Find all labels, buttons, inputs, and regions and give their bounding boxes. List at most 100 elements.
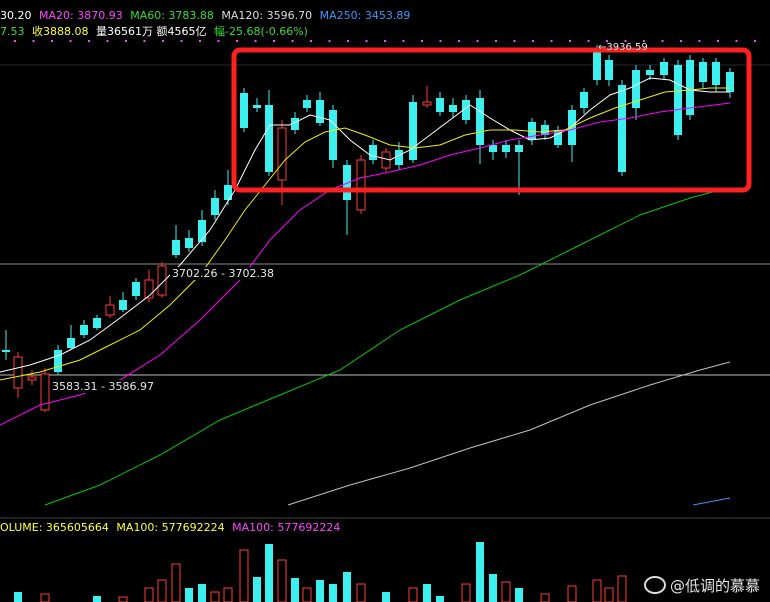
- candle-body: [726, 72, 734, 92]
- signal-dot: [254, 40, 257, 42]
- volume-bar: [343, 572, 351, 602]
- volume-bar: [382, 592, 390, 602]
- open-fragment: 7.53: [0, 25, 25, 38]
- volume-bar: [461, 583, 471, 602]
- signal-dot: [532, 40, 534, 42]
- candle-body: [660, 62, 668, 75]
- signal-dot: [698, 40, 701, 42]
- signal-dot: [569, 40, 571, 42]
- watermark: @低调的慕慕: [643, 575, 760, 596]
- signal-dot: [236, 40, 238, 42]
- signal-dot: [217, 40, 220, 42]
- signal-dot: [458, 40, 460, 42]
- candle-body: [476, 98, 484, 145]
- candle-body: [172, 240, 180, 255]
- candle-body: [395, 150, 403, 165]
- candle-body: [369, 145, 377, 160]
- signal-dot: [421, 40, 423, 42]
- candle-body: [240, 93, 248, 128]
- volume-bar: [144, 587, 154, 602]
- volume-bar: [567, 585, 577, 602]
- close-value: 收3888.08: [32, 25, 89, 38]
- signal-dot: [550, 40, 553, 42]
- candle-body: [712, 62, 720, 85]
- candle-body: [605, 60, 613, 80]
- candle-body: [646, 70, 654, 75]
- volume-bar: [356, 583, 366, 602]
- volume-bar: [291, 578, 299, 602]
- candle-body: [2, 350, 10, 352]
- volume-bar: [540, 593, 550, 602]
- volume-bar: [316, 580, 324, 602]
- candle-body: [253, 105, 261, 108]
- volume-bar: [118, 596, 128, 602]
- candle-body: [502, 145, 510, 152]
- candle-body: [185, 238, 193, 248]
- signal-dot: [661, 40, 664, 42]
- candle-body: [489, 145, 497, 152]
- ma20-value: MA20: 3870.93: [39, 9, 123, 22]
- candle-body: [686, 60, 694, 115]
- signal-dot: [180, 40, 183, 42]
- candle-body: [356, 159, 366, 211]
- signal-dot: [51, 40, 53, 42]
- volume-bar: [277, 559, 287, 602]
- volume-bar: [171, 563, 181, 602]
- signal-dot: [365, 40, 368, 42]
- signal-dot: [328, 40, 331, 42]
- volume-bar: [239, 549, 249, 602]
- candlestick-chart[interactable]: [0, 0, 770, 602]
- signal-dot: [69, 40, 72, 42]
- candle-body: [277, 127, 287, 181]
- volume-bar: [40, 593, 50, 602]
- signal-dot: [162, 40, 164, 42]
- signal-dot: [106, 40, 109, 42]
- signal-dot: [384, 40, 386, 42]
- candle-body: [436, 98, 444, 112]
- candle-body: [674, 65, 682, 135]
- volume-bar: [185, 588, 193, 602]
- high-price-value: 3936.59: [606, 42, 648, 53]
- candle-body: [119, 300, 127, 310]
- volume-bar: [604, 587, 614, 602]
- watermark-text: @低调的慕慕: [669, 577, 760, 595]
- ma120-value: MA120: 3596.70: [221, 9, 313, 22]
- volume-bar: [617, 575, 627, 602]
- volume-bar: [210, 591, 220, 602]
- candle-body: [422, 101, 432, 106]
- weibo-icon: [643, 576, 666, 594]
- volume-bar: [302, 587, 312, 602]
- volume-bar: [14, 592, 22, 602]
- ma-legend-line1: 30.20 MA20: 3870.93 MA60: 3783.88 MA120:…: [0, 9, 414, 22]
- volume-ma100-a: MA100: 577692224: [116, 521, 225, 534]
- signal-dot: [310, 40, 312, 42]
- signal-dot: [680, 40, 682, 42]
- signal-dot: [199, 40, 201, 42]
- candle-body: [27, 376, 37, 381]
- signal-dot: [291, 40, 294, 42]
- candle-body: [265, 105, 273, 172]
- signal-dot: [717, 40, 719, 42]
- signal-dot: [125, 40, 127, 42]
- ma60-line: [44, 189, 721, 506]
- ma5-value: 30.20: [0, 9, 32, 22]
- candle-body: [515, 145, 523, 152]
- volume-bar: [265, 544, 273, 602]
- signal-dot: [754, 40, 756, 42]
- volume-bar: [423, 584, 431, 602]
- signal-dot: [513, 40, 516, 42]
- candle-body: [67, 338, 75, 348]
- volume-bar: [436, 596, 444, 602]
- volume-ma100-b: MA100: 577692224: [232, 521, 341, 534]
- ma60-value: MA60: 3783.88: [130, 9, 214, 22]
- candle-body: [211, 198, 219, 215]
- signal-dot: [439, 40, 442, 42]
- volume-value: 量36561万: [96, 25, 153, 38]
- volume-bar: [223, 587, 233, 602]
- signal-dot: [143, 40, 146, 42]
- signal-dot: [88, 40, 90, 42]
- ma-legend-line2: 7.53 收3888.08 量36561万 额4565亿 幅-25.68(-0.…: [0, 23, 312, 39]
- volume-bar: [198, 584, 206, 602]
- candle-body: [303, 100, 311, 108]
- volume-bar: [93, 596, 101, 602]
